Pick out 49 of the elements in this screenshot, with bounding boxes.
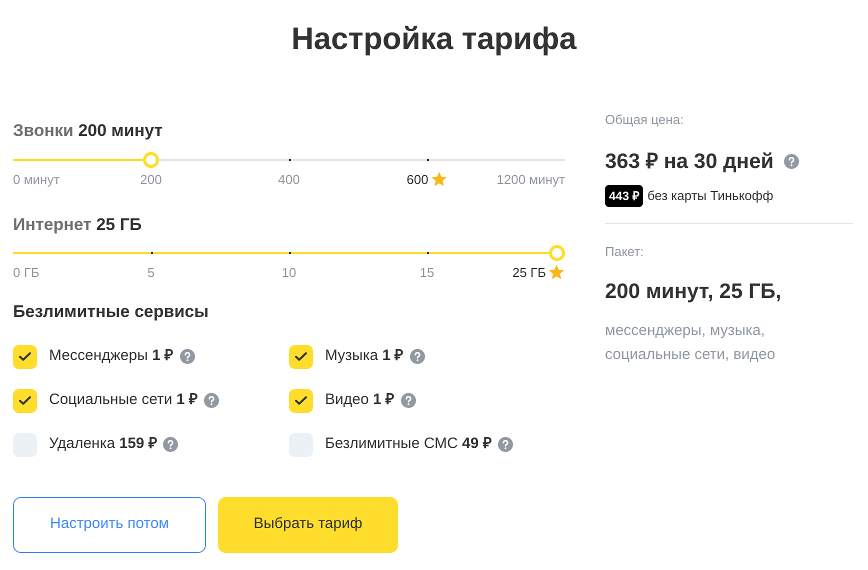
help-icon[interactable] [784, 154, 799, 169]
slider-label: Интернет 25 ГБ [13, 214, 143, 236]
service-label: Безлимитные СМС 49 ₽ [325, 434, 492, 454]
help-icon[interactable] [180, 349, 195, 364]
checkbox[interactable] [13, 388, 37, 412]
tick-label: 600 [406, 170, 428, 188]
check-icon [295, 352, 307, 361]
price-text: 363 ₽ на 30 дней [605, 148, 774, 174]
slider-track[interactable] [13, 150, 565, 170]
service-label: Удаленка 159 ₽ [49, 434, 158, 454]
service-label: Музыка 1 ₽ [325, 346, 404, 366]
package-details: мессенджеры, музыка, социальные сети, видео [605, 321, 776, 365]
slider-thumb[interactable] [143, 152, 159, 168]
service-label: Видео 1 ₽ [325, 390, 395, 410]
tick-label: 25 ГБ [512, 264, 546, 282]
price-label: Общая цена: [605, 111, 685, 129]
check-icon [19, 352, 31, 361]
slider-label: Звонки 200 минут [13, 120, 164, 142]
tick-label: 10 [282, 264, 296, 282]
page-title: Настройка тарифа [290, 20, 578, 58]
price-badge: 443 ₽ [605, 185, 644, 207]
service-label: Социальные сети 1 ₽ [49, 390, 198, 410]
check-icon [19, 396, 31, 405]
select-button[interactable]: Выбрать тариф [218, 496, 398, 552]
slider-track[interactable] [13, 243, 565, 263]
section-title: Безлимитные сервисы [13, 301, 210, 323]
tick-label: 15 [420, 264, 434, 282]
package-label: Пакет: [605, 243, 645, 261]
checkbox[interactable] [289, 344, 313, 368]
tick-label: 0 ГБ [13, 264, 40, 282]
star-icon [430, 170, 448, 188]
service-label: Мессенджеры 1 ₽ [49, 346, 174, 366]
help-icon[interactable] [204, 393, 219, 408]
tick-label: 5 [147, 264, 155, 282]
checkbox[interactable] [13, 344, 37, 368]
checkbox[interactable] [289, 388, 313, 412]
help-icon[interactable] [410, 349, 425, 364]
star-icon [548, 264, 565, 282]
slider-thumb[interactable] [549, 245, 565, 261]
check-icon [295, 396, 307, 405]
help-icon[interactable] [400, 393, 416, 408]
package-title: 200 минут, 25 ГБ, [605, 278, 782, 304]
help-icon[interactable] [163, 437, 178, 452]
tick-label: 400 [278, 170, 300, 188]
tick-label: 1200 минут [496, 170, 565, 189]
tick-label: 200 [140, 170, 162, 188]
help-icon[interactable] [498, 437, 513, 452]
tick-label: 0 минут [13, 170, 60, 189]
price-note: без карты Тинькофф [647, 187, 774, 206]
